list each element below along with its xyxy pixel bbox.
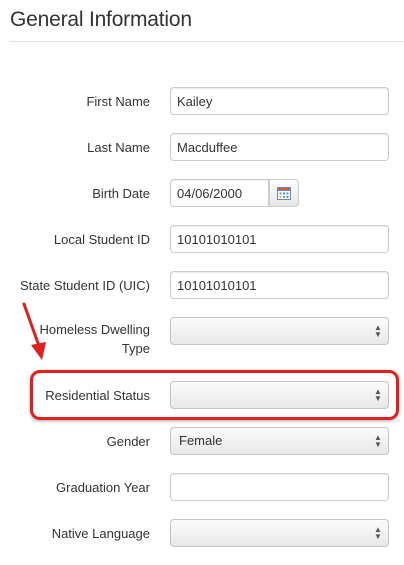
native-language-label: Native Language	[51, 526, 150, 541]
first-name-input[interactable]	[170, 87, 389, 115]
state-student-id-label: State Student ID (UIC)	[19, 278, 150, 293]
updown-arrows-icon: ▲ ▼	[374, 433, 382, 449]
homeless-dwelling-type-row: Homeless Dwelling Type ▲ ▼	[0, 317, 404, 363]
graduation-year-input[interactable]	[170, 473, 389, 501]
updown-arrows-icon: ▲ ▼	[374, 323, 382, 339]
gender-select[interactable]: Female ▲ ▼	[170, 427, 389, 455]
birth-date-label: Birth Date	[92, 186, 150, 201]
native-language-row: Native Language ▲ ▼	[0, 519, 404, 565]
homeless-dwelling-type-select[interactable]: ▲ ▼	[170, 317, 389, 345]
annotation-arrow-icon	[22, 302, 46, 360]
last-name-label: Last Name	[87, 140, 150, 155]
local-student-id-label: Local Student ID	[53, 232, 150, 247]
calendar-button[interactable]	[269, 179, 299, 207]
last-name-row: Last Name	[0, 133, 404, 179]
residential-status-highlight	[30, 370, 399, 420]
last-name-input[interactable]	[170, 133, 389, 161]
section-divider	[10, 41, 404, 42]
local-student-id-row: Local Student ID	[0, 225, 404, 271]
state-student-id-row: State Student ID (UIC)	[0, 271, 404, 317]
gender-label: Gender	[106, 434, 150, 449]
birth-date-input[interactable]	[170, 179, 269, 207]
local-student-id-input[interactable]	[170, 225, 389, 253]
graduation-year-row: Graduation Year	[0, 473, 404, 519]
native-language-select[interactable]: ▲ ▼	[170, 519, 389, 547]
first-name-label: First Name	[86, 94, 150, 109]
calendar-icon	[277, 187, 291, 200]
updown-arrows-icon: ▲ ▼	[374, 525, 382, 541]
gender-value: Female	[179, 433, 223, 448]
gender-row: Gender Female ▲ ▼	[0, 427, 404, 473]
state-student-id-input[interactable]	[170, 271, 389, 299]
section-title: General Information	[10, 8, 192, 31]
birth-date-row: Birth Date	[0, 179, 404, 225]
first-name-row: First Name	[0, 87, 404, 133]
graduation-year-label: Graduation Year	[56, 480, 150, 495]
